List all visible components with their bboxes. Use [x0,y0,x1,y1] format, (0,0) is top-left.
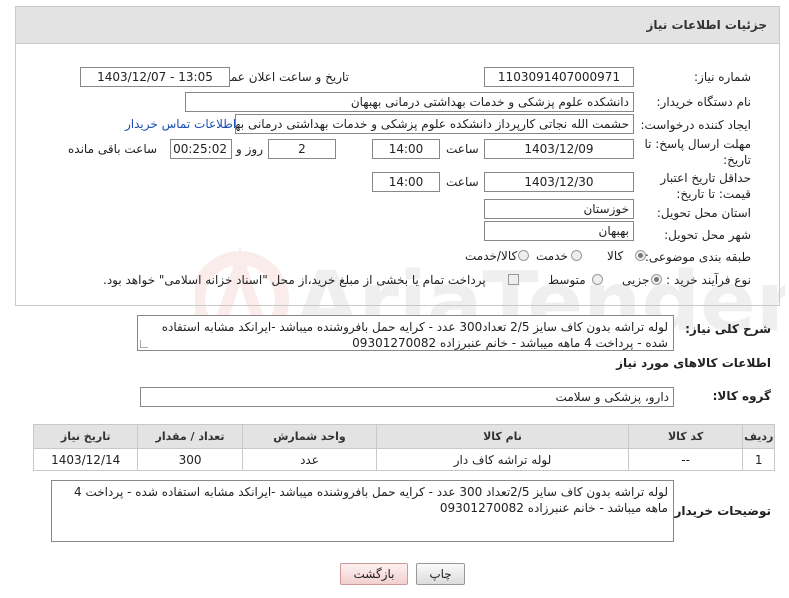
cell-unit: عدد [241,448,378,471]
process-minor-radio[interactable] [651,274,662,285]
buyer-org-field: دانشکده علوم پزشکی و خدمات بهداشتی درمان… [185,92,634,112]
col-code: کد کالا [627,424,744,449]
city-field: بهبهان [484,221,634,241]
province-field: خوزستان [484,199,634,219]
col-row: ردیف [742,424,775,449]
category-service-radio[interactable] [571,250,582,261]
buyer-notes-text: لوله تراشه بدون کاف سایز 2/5تعداد 300 عد… [51,480,674,542]
description-label: شرح کلی نیاز: [685,322,771,336]
buyer-notes-label: توضیحات خریدار: [669,504,771,518]
cell-name: لوله تراشه کاف دار [376,448,629,471]
page-title: جزئیات اطلاعات نیاز [646,18,767,32]
category-goods-service-radio[interactable] [518,250,529,261]
cell-qty: 300 [137,448,243,471]
category-goods-label: کالا [607,249,624,263]
panel-header: جزئیات اطلاعات نیاز [15,6,780,44]
description-text-content: لوله تراشه بدون کاف سایز 2/5 تعداد300 عد… [161,320,668,350]
category-label: طبقه بندی موضوعی: [644,250,751,264]
col-date: تاریخ نیاز [32,424,139,449]
city-label: شهر محل تحویل: [664,228,751,242]
process-minor-label: جزیی [622,273,650,287]
process-medium-label: متوسط [548,273,586,287]
category-service-label: خدمت [536,249,568,263]
resize-grip-icon[interactable] [140,340,148,348]
goods-table-header: ردیف کد کالا نام کالا واحد شمارش تعداد /… [32,424,775,449]
deadline-date-field: 1403/12/09 [484,139,634,159]
cell-date: 1403/12/14 [32,448,139,471]
category-goods-radio[interactable] [635,250,646,261]
col-name: نام کالا [376,424,629,449]
contact-info-link[interactable]: اطلاعات تماس خریدار [125,117,236,131]
col-qty: تعداد / مقدار [137,424,243,449]
table-row: 1 -- لوله تراشه کاف دار عدد 300 1403/12/… [32,448,775,471]
days-field: 2 [268,139,336,159]
days-word: روز و [236,142,263,156]
print-button[interactable]: چاپ [416,563,465,585]
goods-group-label: گروه کالا: [712,389,771,403]
need-number-label: شماره نیاز: [694,70,751,84]
deadline-label: مهلت ارسال پاسخ: تا تاریخ: [644,137,751,167]
payment-treasury-checkbox[interactable] [508,274,519,285]
deadline-time-word: ساعت [446,142,479,156]
cell-code: -- [627,448,744,471]
goods-table: ردیف کد کالا نام کالا واحد شمارش تعداد /… [32,424,775,471]
process-medium-radio[interactable] [592,274,603,285]
cell-row: 1 [742,448,775,471]
province-label: استان محل تحویل: [656,206,751,220]
validity-time-word: ساعت [446,175,479,189]
remaining-word: ساعت باقی مانده [68,142,158,156]
announce-field: 1403/12/07 - 13:05 [80,67,230,87]
remaining-time-field: 00:25:02 [170,139,232,159]
payment-note: پرداخت تمام یا بخشی از مبلغ خرید،از محل … [103,273,486,287]
requester-field: حشمت الله نجاتی کارپرداز دانشکده علوم پز… [235,114,634,134]
description-text: لوله تراشه بدون کاف سایز 2/5 تعداد300 عد… [137,315,674,351]
back-button[interactable]: بازگشت [340,563,408,585]
validity-label: حداقل تاریخ اعتبار قیمت: تا تاریخ: [660,171,751,201]
col-unit: واحد شمارش [241,424,378,449]
buyer-org-label: نام دستگاه خریدار: [656,95,752,109]
validity-time-field: 14:00 [372,172,440,192]
process-label: نوع فرآیند خرید : [666,273,751,287]
category-goods-service-label: کالا/خدمت [465,249,518,263]
validity-date-field: 1403/12/30 [484,172,634,192]
requester-label: ایجاد کننده درخواست: [640,118,751,132]
goods-section-title: اطلاعات کالاهای مورد نیاز [616,356,771,370]
need-number-field: 1103091407000971 [484,67,634,87]
goods-group-field: دارو، پزشکی و سلامت [140,387,674,407]
deadline-time-field: 14:00 [372,139,440,159]
